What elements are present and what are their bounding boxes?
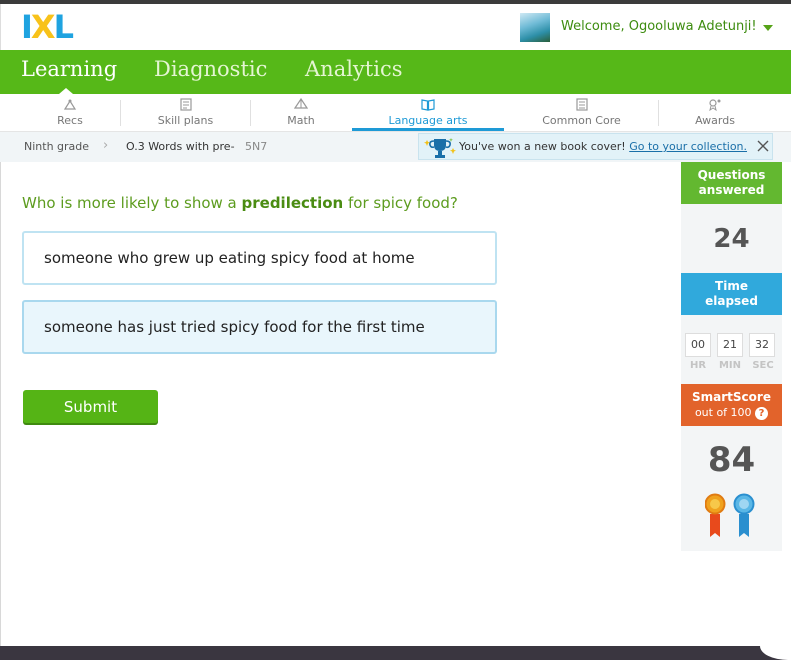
time-unit-sec: SEC (752, 360, 774, 371)
chevron-right-icon: › (103, 138, 109, 153)
subject-tab-label: Common Core (542, 114, 621, 127)
bottom-taskbar (0, 646, 791, 660)
time-elapsed-label: Time elapsed (681, 273, 782, 315)
smartscore-value: 84 (707, 440, 756, 480)
help-icon[interactable]: ? (755, 406, 769, 420)
tab-analytics[interactable]: Analytics (305, 57, 402, 81)
main-nav: Learning Diagnostic Analytics (0, 50, 791, 94)
chevron-down-icon[interactable] (763, 25, 773, 31)
score-sidebar: Questions answered 24 Time elapsed 00 21 3… (681, 162, 782, 551)
answer-choice-text: someone has just tried spicy food for th… (44, 318, 425, 336)
ixl-logo[interactable]: IXL (21, 11, 74, 43)
welcome-text[interactable]: Welcome, Ogooluwa Adetunji! (561, 19, 757, 34)
book-icon (421, 99, 435, 111)
math-icon (294, 98, 308, 109)
subject-tab-label: Math (287, 114, 315, 127)
questions-answered-value: 24 (713, 224, 750, 254)
recs-icon (63, 99, 77, 110)
question-suffix: for spicy food? (343, 194, 458, 212)
answer-choice-text: someone who grew up eating spicy food at… (44, 249, 415, 267)
awards-icon (709, 99, 721, 111)
subject-tab-recs[interactable]: Recs (20, 94, 120, 131)
close-icon[interactable] (756, 139, 770, 153)
notice-message: You've won a new book cover! (459, 140, 626, 153)
trophy-icon (424, 138, 456, 158)
header: IXL Welcome, Ogooluwa Adetunji! (0, 4, 791, 50)
ribbons-icon (705, 493, 755, 537)
avatar[interactable] (520, 13, 550, 42)
subject-tab-common-core[interactable]: Common Core (505, 94, 658, 131)
time-unit-min: MIN (718, 360, 742, 371)
time-minutes: 21 (717, 333, 743, 357)
answer-choice-selected[interactable]: someone has just tried spicy food for th… (22, 300, 497, 354)
question-prefix: Who is more likely to show a (22, 194, 242, 212)
subject-tab-label: Language arts (388, 114, 468, 127)
time-hours: 00 (685, 333, 711, 357)
subject-tab-skill-plans[interactable]: Skill plans (121, 94, 250, 131)
divider (658, 100, 659, 126)
time-unit-hr: HR (689, 360, 707, 371)
subject-tab-language-arts[interactable]: Language arts (352, 94, 504, 131)
question-prompt: Who is more likely to show a predilectio… (22, 194, 458, 212)
questions-answered-label: Questions answered (681, 162, 782, 204)
breadcrumb-grade[interactable]: Ninth grade (24, 140, 89, 153)
collection-link[interactable]: Go to your collection. (629, 140, 747, 153)
smartscore-label: SmartScore out of 100 ? (681, 384, 782, 426)
tab-diagnostic[interactable]: Diagnostic (154, 57, 267, 81)
subject-tab-math[interactable]: Math (251, 94, 351, 131)
skill-plans-icon (179, 98, 192, 111)
tab-learning[interactable]: Learning (21, 57, 117, 81)
reward-notice: You've won a new book cover! Go to your … (418, 133, 773, 160)
skill-code: 5N7 (245, 140, 268, 153)
subject-tab-label: Recs (57, 114, 83, 127)
common-core-icon (575, 98, 588, 111)
answer-choice[interactable]: someone who grew up eating spicy food at… (22, 231, 497, 285)
subject-tab-awards[interactable]: Awards (665, 94, 765, 131)
question-keyword: predilection (241, 194, 344, 212)
subject-tab-label: Awards (695, 114, 735, 127)
subject-tabs: Recs Skill plans Math Language arts Comm… (0, 94, 791, 132)
breadcrumb-skill: O.3 Words with pre- (126, 140, 235, 153)
subject-tab-label: Skill plans (157, 114, 214, 127)
submit-button[interactable]: Submit (23, 390, 158, 423)
time-seconds: 32 (749, 333, 775, 357)
